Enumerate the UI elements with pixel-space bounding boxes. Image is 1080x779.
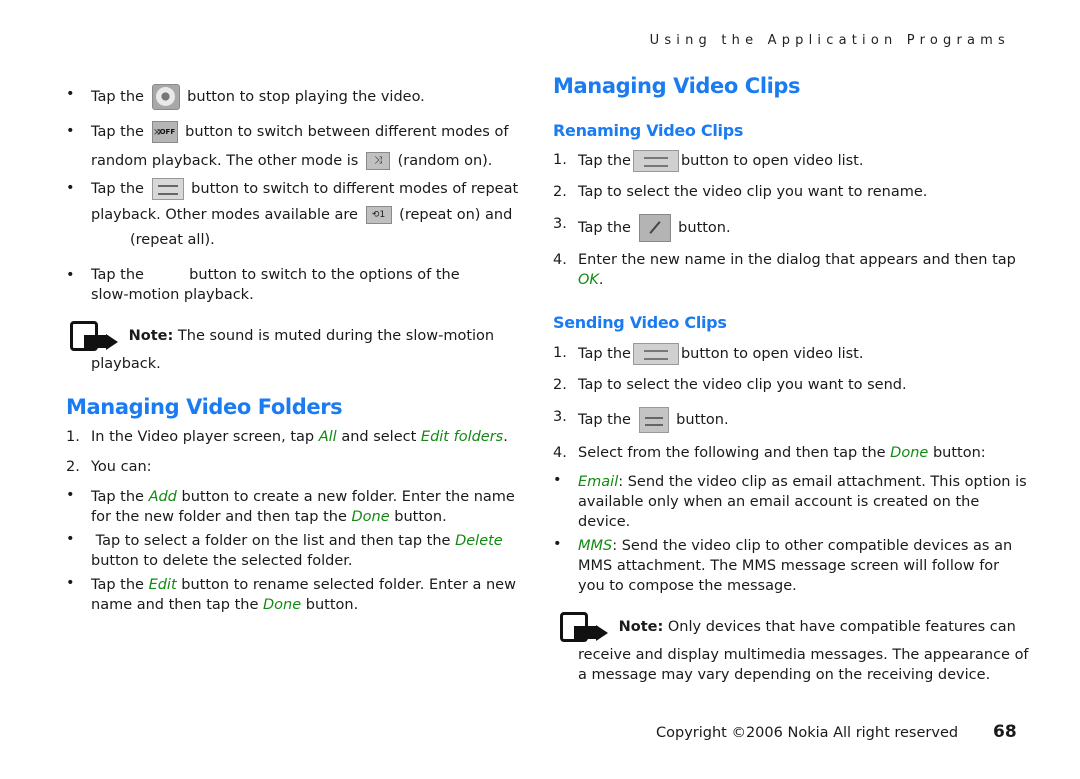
link-delete[interactable]: Delete	[455, 533, 503, 549]
link-done[interactable]: Done	[263, 597, 301, 613]
send-icon	[638, 407, 669, 433]
list-item: • MMS: Send the video clip to other comp…	[553, 536, 1013, 594]
link-done[interactable]: Done	[352, 509, 390, 525]
bullet: •	[66, 123, 75, 139]
bullet: •	[66, 86, 75, 102]
link-done[interactable]: Done	[890, 445, 928, 461]
step-item: 3. Tap the button.	[553, 214, 1023, 242]
step-item: 4. Select from the following and then ta…	[553, 445, 986, 461]
subsection-title-sending: Sending Video Clips	[553, 313, 727, 332]
stop-button-icon	[151, 84, 180, 110]
copyright: Copyright ©2006 Nokia All right reserved	[656, 725, 959, 741]
step-item: 1. In the Video player screen, tap All a…	[66, 429, 508, 445]
step-item: 2. Tap to select the video clip you want…	[553, 184, 928, 200]
bullet: •	[66, 487, 75, 503]
step-item: 1. Tap the button to open video list.	[553, 343, 1023, 365]
section-title-folders: Managing Video Folders	[66, 395, 343, 419]
list-item: • Tap the button to switch to different …	[66, 178, 519, 248]
option-email[interactable]: Email	[578, 474, 618, 490]
sending-options: • Email: Send the video clip as email at…	[553, 472, 1027, 596]
bullet: •	[66, 575, 75, 591]
note-mms: Note: Only devices that have compatible …	[560, 612, 1030, 685]
link-edit[interactable]: Edit	[149, 577, 177, 593]
link-edit-folders[interactable]: Edit folders	[421, 429, 503, 445]
step-item: 4. Enter the new name in the dialog that…	[553, 252, 1016, 288]
note-icon	[70, 321, 124, 351]
step-item: 2. Tap to select the video clip you want…	[553, 377, 907, 393]
bullet: •	[553, 472, 562, 488]
option-mms[interactable]: MMS	[578, 538, 612, 554]
folders-options: • Tap the Add button to create a new fol…	[66, 487, 536, 615]
edit-pencil-icon	[638, 214, 671, 242]
subsection-title-renaming: Renaming Video Clips	[553, 121, 744, 140]
list-item: • Email: Send the video clip as email at…	[553, 472, 1027, 530]
section-title-clips: Managing Video Clips	[553, 74, 801, 98]
step-item: 2. You can:	[66, 459, 152, 475]
renaming-steps: 1. Tap the button to open video list. 2. …	[553, 150, 1023, 290]
note-icon	[560, 612, 614, 642]
list-item: • Tap the ⤨OFF button to switch between …	[66, 121, 509, 170]
bullet: •	[66, 180, 75, 196]
list-item: • Tap the Add button to create a new fol…	[66, 487, 515, 525]
bullet: •	[553, 536, 562, 552]
list-item: • Tap the button to switch to the option…	[66, 267, 460, 303]
step-item: 3. Tap the button.	[553, 407, 1023, 433]
video-list-icon	[632, 150, 679, 172]
list-item: • Tap to select a folder on the list and…	[66, 531, 503, 569]
page-number: 68	[993, 722, 1017, 742]
bullet: •	[66, 531, 75, 547]
random-off-icon: ⤨OFF	[151, 121, 178, 143]
link-ok[interactable]: OK	[578, 272, 599, 288]
repeat-on-icon: ⟲1	[365, 206, 392, 224]
step-item: 1. Tap the button to open video list.	[553, 150, 1023, 172]
note-slow-motion: Note: The sound is muted during the slow…	[70, 321, 540, 374]
link-add[interactable]: Add	[149, 489, 177, 505]
random-on-icon: ⤨	[365, 152, 390, 170]
left-column: • Tap the button to stop playing the vid…	[66, 84, 526, 110]
sending-steps: 1. Tap the button to open video list. 2. …	[553, 343, 1023, 463]
folders-steps: 1. In the Video player screen, tap All a…	[66, 427, 536, 477]
video-list-icon	[632, 343, 679, 365]
list-item: • Tap the button to stop playing the vid…	[66, 84, 526, 110]
running-header: Using the Application Programs	[649, 33, 1010, 48]
bullet: •	[66, 267, 75, 283]
repeat-mode-icon	[151, 178, 184, 200]
list-item: • Tap the Edit button to rename selected…	[66, 575, 516, 613]
link-all[interactable]: All	[319, 429, 337, 445]
